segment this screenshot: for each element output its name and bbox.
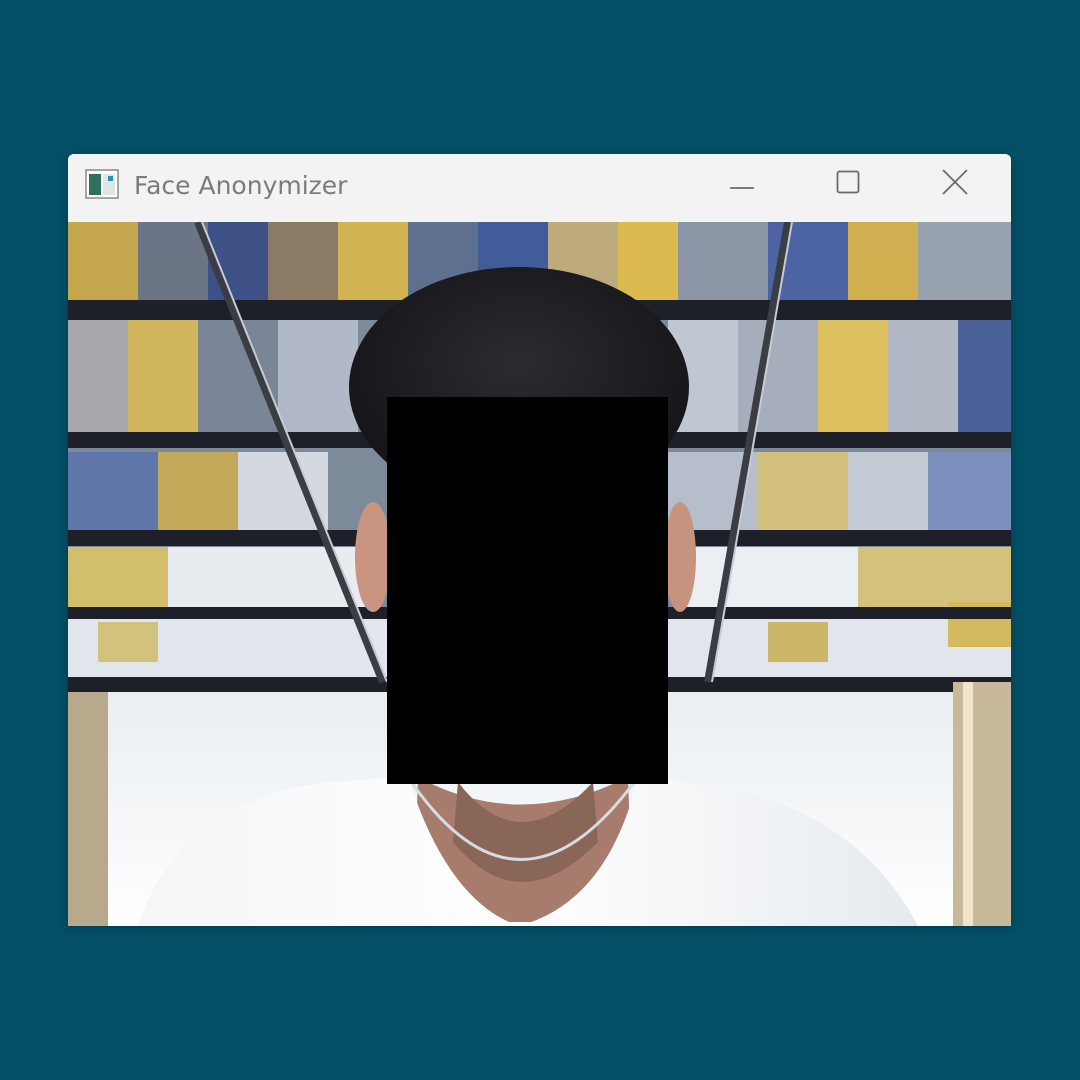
title-bar[interactable]: Face Anonymizer: [68, 154, 1011, 222]
face-anonymization-mask: [387, 397, 668, 784]
camera-feed: [68, 222, 1011, 926]
close-icon: [942, 169, 968, 199]
window-title: Face Anonymizer: [134, 171, 348, 200]
app-icon: [85, 169, 119, 199]
maximize-button[interactable]: [796, 154, 900, 214]
minimize-button[interactable]: [690, 154, 794, 214]
app-window: Face Anonymizer: [68, 154, 1011, 926]
close-button[interactable]: [903, 154, 1007, 214]
minimize-icon: [729, 175, 755, 194]
maximize-icon: [836, 170, 860, 198]
